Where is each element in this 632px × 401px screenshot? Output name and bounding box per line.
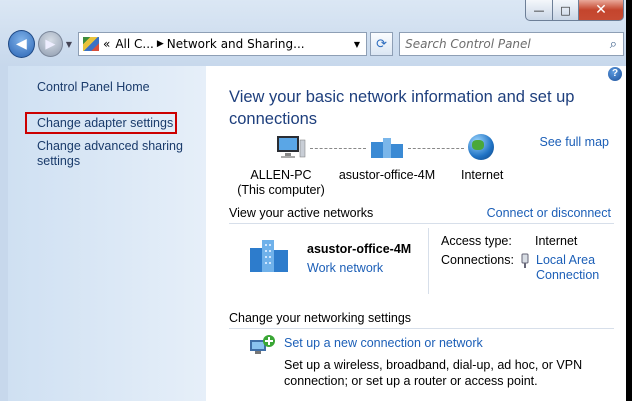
networking-settings-heading: Change your networking settings [229, 311, 412, 325]
navigation-bar: ◀ ▶ ▼ « All C... ▶ Network and Sharing..… [8, 30, 624, 58]
arrow-right-icon: ▶ [45, 36, 56, 52]
search-input[interactable] [400, 36, 608, 52]
address-dropdown-icon[interactable]: ▼ [354, 40, 360, 49]
internet-globe-icon[interactable] [468, 134, 494, 160]
map-internet-label: Internet [461, 168, 504, 182]
section-divider [229, 223, 614, 224]
setup-new-connection-link[interactable]: Set up a new connection or network [284, 336, 483, 350]
work-network-building-icon [250, 240, 288, 272]
sidebar-item-change-advanced-sharing[interactable]: Change advanced sharing settings [37, 139, 197, 169]
main-panel: ? View your basic network information an… [206, 66, 626, 401]
search-icon[interactable]: ⌕ [610, 37, 617, 52]
access-type-label: Access type: [441, 234, 512, 248]
setup-new-connection-description: Set up a wireless, broadband, dial-up, a… [284, 358, 583, 388]
minimize-button[interactable]: — [525, 0, 553, 21]
back-button[interactable]: ◀ [8, 30, 35, 58]
vertical-divider [428, 228, 429, 294]
address-bar[interactable]: « All C... ▶ Network and Sharing... ▼ [78, 32, 368, 56]
recent-pages-dropdown[interactable]: ▼ [66, 40, 72, 49]
caption-controls: — □ ✕ [525, 0, 624, 21]
active-networks-heading: View your active networks [229, 206, 374, 220]
computer-icon[interactable] [276, 135, 306, 159]
network-icon[interactable] [370, 136, 404, 160]
see-full-map-link[interactable]: See full map [540, 135, 609, 149]
help-icon[interactable]: ? [608, 67, 622, 81]
local-area-connection-link[interactable]: Local Area Connection [536, 253, 616, 283]
ethernet-connection-icon [521, 253, 529, 268]
maximize-button[interactable]: □ [553, 0, 579, 21]
access-type-value: Internet [535, 234, 578, 248]
map-connection-line [310, 148, 366, 149]
sidebar: Control Panel Home Change adapter settin… [8, 66, 206, 401]
computer-subtitle: (This computer) [237, 183, 325, 197]
forward-button[interactable]: ▶ [37, 31, 63, 57]
breadcrumb-item-network-sharing[interactable]: Network and Sharing... [167, 37, 305, 51]
page-title: View your basic network information and … [229, 88, 575, 128]
breadcrumb-item-all-control-panel[interactable]: All C... [115, 37, 154, 51]
close-button[interactable]: ✕ [579, 0, 624, 21]
chevron-right-icon[interactable]: ▶ [157, 39, 164, 49]
connections-label: Connections: [441, 253, 514, 267]
refresh-icon: ⟳ [376, 36, 387, 52]
window: — □ ✕ ◀ ▶ ▼ « All C... ▶ Network and Sha… [0, 0, 632, 401]
new-connection-icon [250, 335, 275, 354]
arrow-left-icon: ◀ [16, 36, 27, 52]
section-divider [229, 328, 614, 329]
sidebar-item-change-adapter-settings[interactable]: Change adapter settings [25, 112, 177, 134]
computer-name: ALLEN-PC [250, 168, 312, 182]
network-type-link[interactable]: Work network [307, 261, 383, 275]
map-computer-label: ALLEN-PC (This computer) [229, 168, 333, 198]
connect-disconnect-link[interactable]: Connect or disconnect [487, 206, 611, 220]
sidebar-item-control-panel-home[interactable]: Control Panel Home [37, 80, 150, 95]
breadcrumb-prefix[interactable]: « [103, 37, 110, 51]
map-network-label: asustor-office-4M [338, 168, 436, 182]
refresh-button[interactable]: ⟳ [370, 32, 394, 56]
map-connection-line [408, 148, 464, 149]
content-area: Control Panel Home Change adapter settin… [8, 66, 626, 401]
control-panel-icon [83, 37, 99, 51]
search-box: ⌕ [399, 32, 624, 56]
window-edge [626, 0, 632, 401]
active-network-name: asustor-office-4M [307, 242, 412, 256]
